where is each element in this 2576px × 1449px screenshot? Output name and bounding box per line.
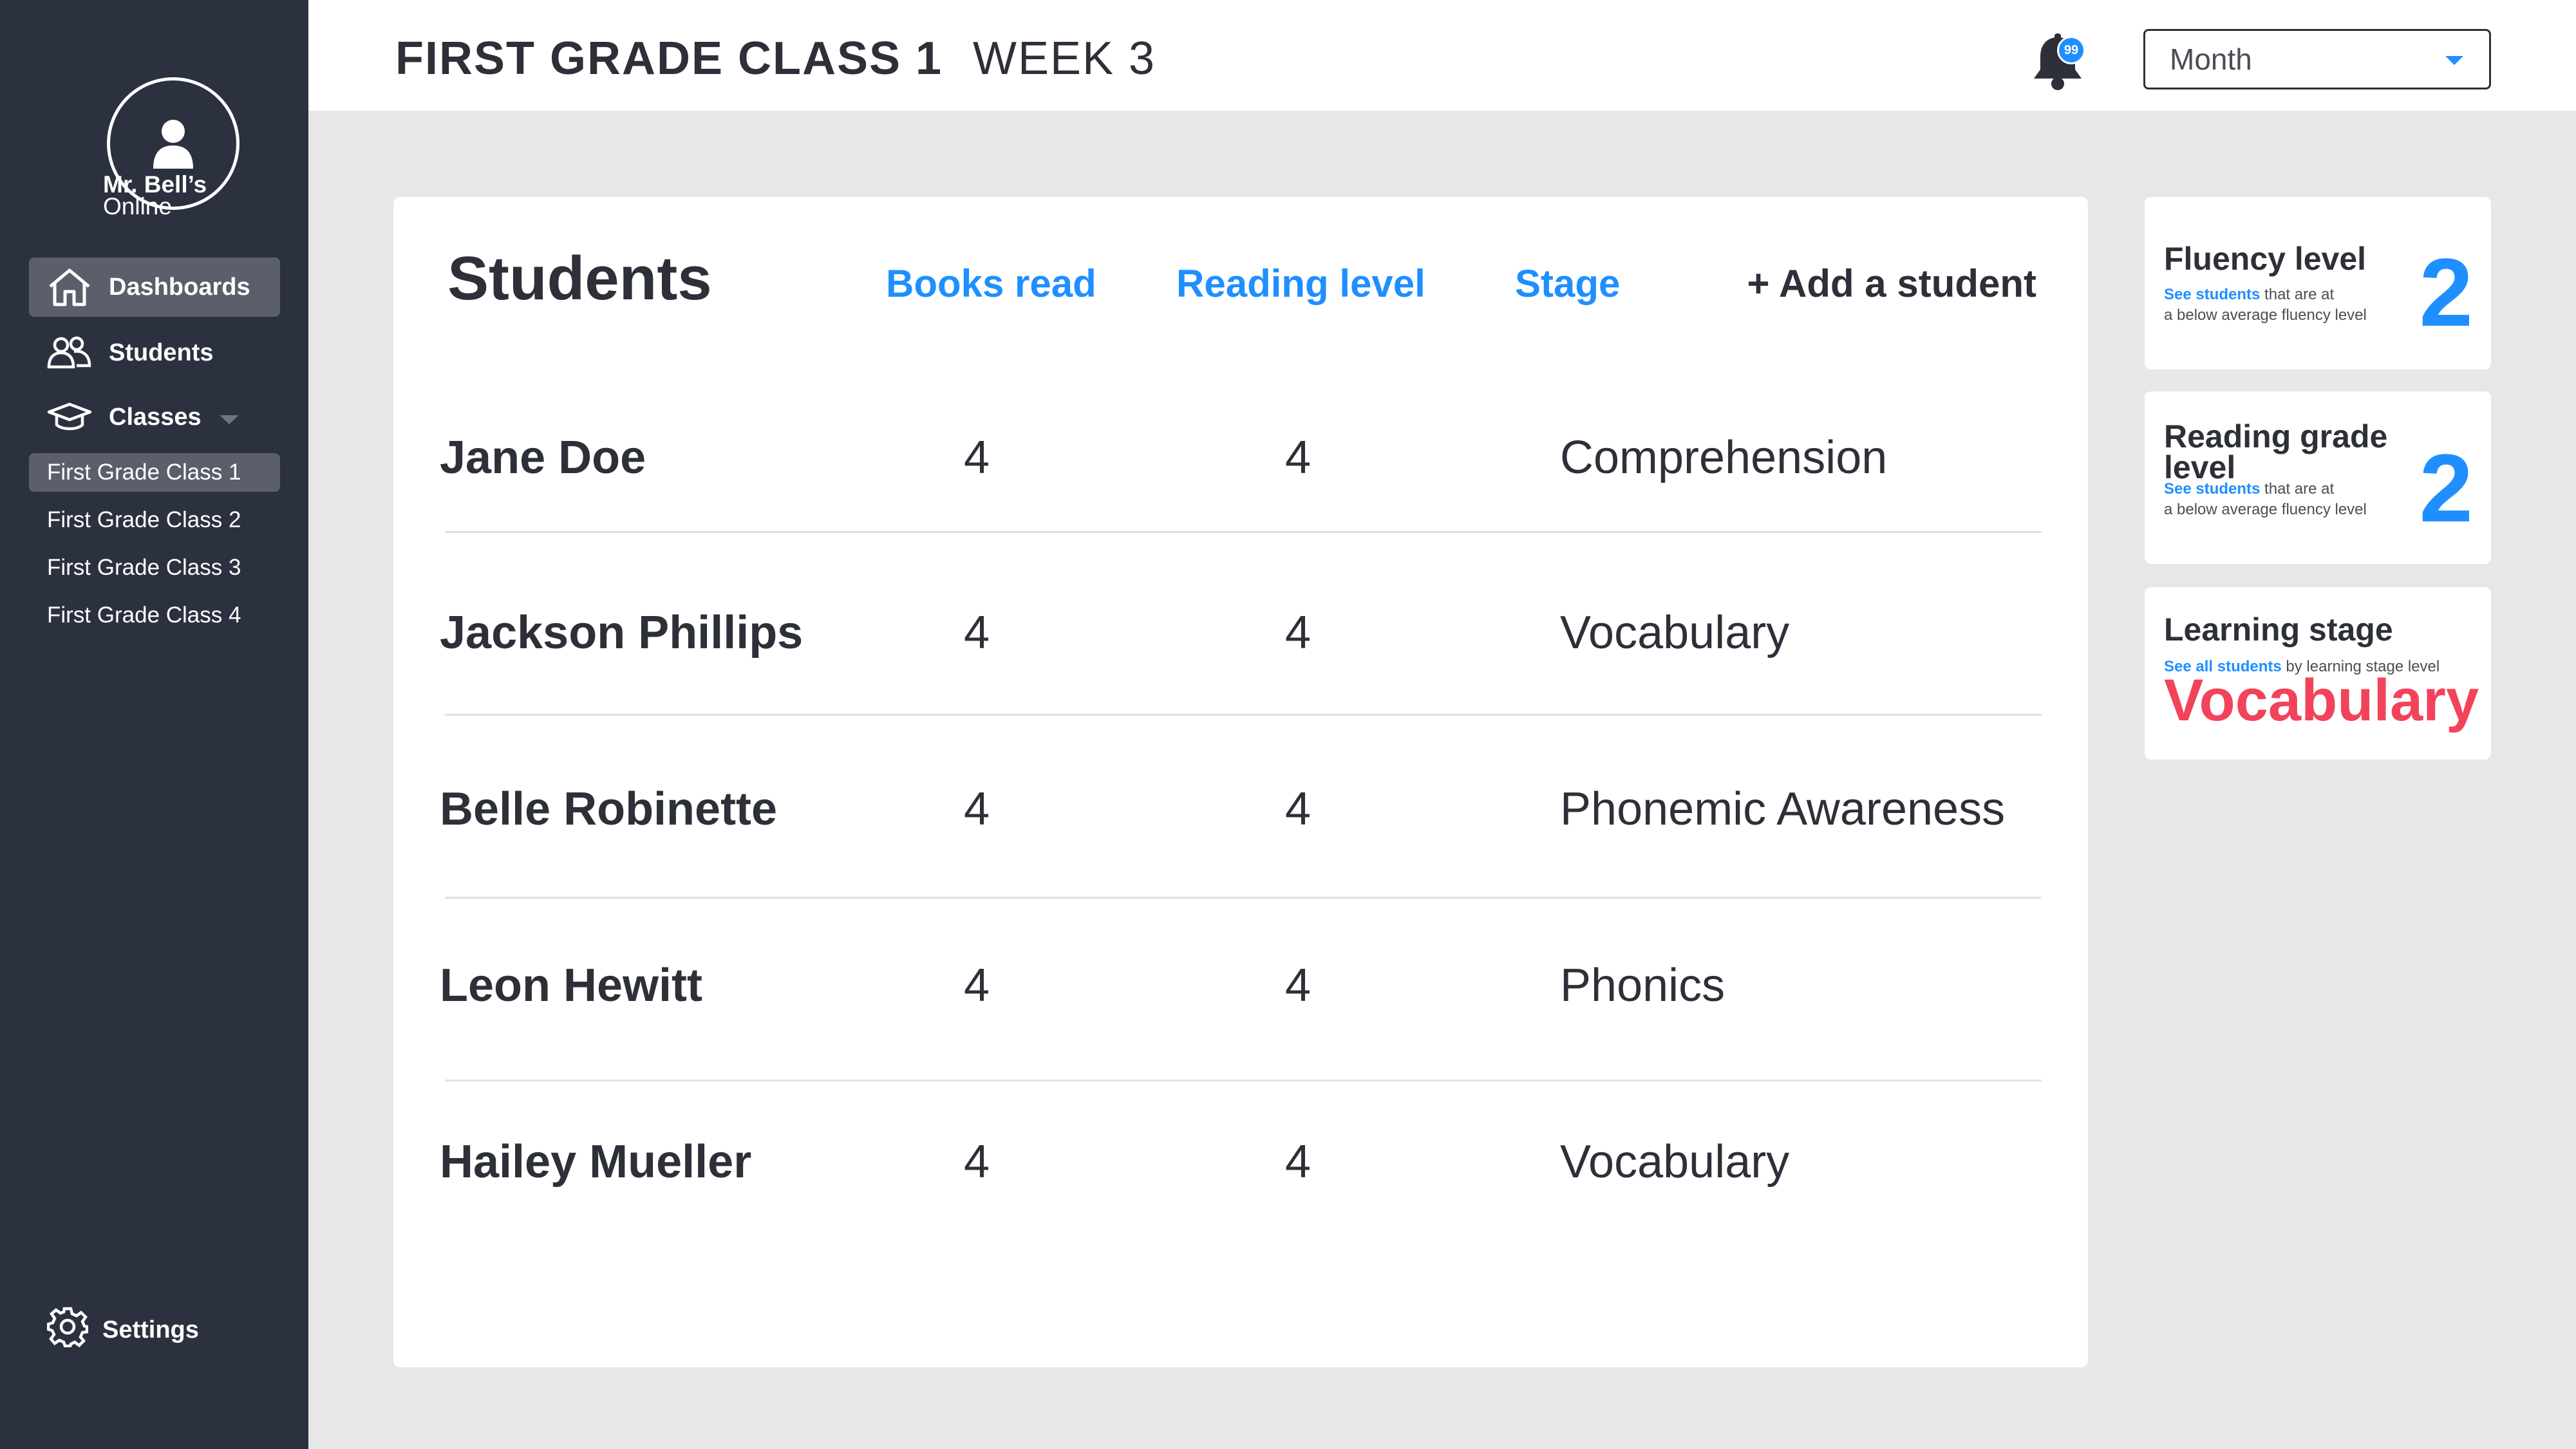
gear-icon	[46, 1306, 89, 1354]
nav-label: Dashboards	[109, 273, 250, 301]
sidebar: Mr. Bell’s Online Dashboards Students Cl…	[0, 0, 308, 1449]
notifications-button[interactable]: 99	[2029, 32, 2091, 97]
table-row[interactable]: Leon Hewitt 4 4 Phonics	[440, 899, 2042, 1081]
table-row[interactable]: Belle Robinette 4 4 Phonemic Awareness	[440, 716, 2042, 899]
class-link-4[interactable]: First Grade Class 4	[29, 596, 280, 635]
nav-classes[interactable]: Classes	[29, 388, 280, 447]
week-label: WEEK 3	[973, 33, 1156, 84]
books-read: 4	[964, 1136, 990, 1188]
learning-stage-card[interactable]: Learning stage See all students by learn…	[2145, 587, 2491, 760]
settings-label: Settings	[102, 1316, 199, 1343]
top-bar: FIRST GRADE CLASS 1 WEEK 3 99 Month	[308, 0, 2576, 111]
stage: Phonics	[1560, 960, 1725, 1011]
stat-description: See students that are at a below average…	[2164, 479, 2367, 520]
notification-badge: 99	[2057, 36, 2085, 64]
stat-title: Fluency level	[2164, 241, 2367, 277]
chevron-down-icon[interactable]	[218, 406, 240, 433]
nav-label: Students	[109, 339, 214, 366]
stat-title: Reading grade level	[2164, 420, 2387, 483]
stat-description: See students that are at a below average…	[2164, 285, 2367, 326]
books-read: 4	[964, 783, 990, 835]
stat-description-text: that are at	[2260, 480, 2335, 498]
fluency-level-card[interactable]: Fluency level See students that are at a…	[2145, 197, 2491, 369]
stat-value: 2	[2419, 434, 2473, 542]
stat-value: Vocabulary	[2164, 668, 2479, 733]
see-students-link[interactable]: See students	[2164, 480, 2260, 498]
stage: Phonemic Awareness	[1560, 783, 2006, 835]
student-name: Leon Hewitt	[440, 960, 702, 1011]
period-select-value: Month	[2170, 42, 2252, 76]
reading-level: 4	[1285, 783, 1312, 835]
chevron-down-icon	[2445, 56, 2463, 65]
stat-description-text: a below average fluency level	[2164, 501, 2367, 518]
stat-title: Learning stage	[2164, 612, 2393, 648]
student-name: Jane Doe	[440, 432, 646, 483]
page-title: FIRST GRADE CLASS 1	[395, 33, 943, 84]
books-read: 4	[964, 432, 990, 483]
home-icon	[47, 268, 95, 306]
students-table: Jane Doe 4 4 Comprehension Jackson Phill…	[393, 197, 2088, 1367]
books-read: 4	[964, 960, 990, 1011]
period-select[interactable]: Month	[2143, 29, 2491, 89]
class-link-2[interactable]: First Grade Class 2	[29, 501, 280, 539]
table-row[interactable]: Hailey Mueller 4 4 Vocabulary	[440, 1081, 2042, 1264]
brand-name: Mr. Bell’s	[103, 171, 207, 198]
brand: Mr. Bell’s Online	[103, 171, 207, 220]
reading-level: 4	[1285, 960, 1312, 1011]
stat-value: 2	[2419, 238, 2473, 346]
reading-level: 4	[1285, 607, 1312, 659]
brand-tagline: Online	[103, 193, 172, 220]
nav-students[interactable]: Students	[29, 323, 280, 382]
nav-dashboards[interactable]: Dashboards	[29, 257, 280, 317]
stage: Vocabulary	[1560, 1136, 1790, 1188]
books-read: 4	[964, 607, 990, 659]
student-name: Hailey Mueller	[440, 1136, 752, 1188]
nav-label: Classes	[109, 403, 202, 431]
student-name: Jackson Phillips	[440, 607, 804, 659]
stage: Comprehension	[1560, 432, 1888, 483]
stat-description-text: a below average fluency level	[2164, 306, 2367, 324]
class-link-1[interactable]: First Grade Class 1	[29, 453, 280, 492]
class-link-3[interactable]: First Grade Class 3	[29, 548, 280, 587]
reading-level: 4	[1285, 1136, 1312, 1188]
students-icon	[47, 333, 95, 372]
stage: Vocabulary	[1560, 607, 1790, 659]
stat-description-text: that are at	[2260, 286, 2335, 303]
reading-level: 4	[1285, 432, 1312, 483]
see-students-link[interactable]: See students	[2164, 286, 2260, 303]
reading-grade-card[interactable]: Reading grade level See students that ar…	[2145, 391, 2491, 564]
graduation-cap-icon	[47, 398, 95, 436]
student-name: Belle Robinette	[440, 783, 778, 835]
nav-settings[interactable]: Settings	[29, 1300, 280, 1360]
user-icon	[153, 120, 193, 169]
table-row[interactable]: Jackson Phillips 4 4 Vocabulary	[440, 533, 2042, 716]
table-row[interactable]: Jane Doe 4 4 Comprehension	[440, 368, 2042, 533]
